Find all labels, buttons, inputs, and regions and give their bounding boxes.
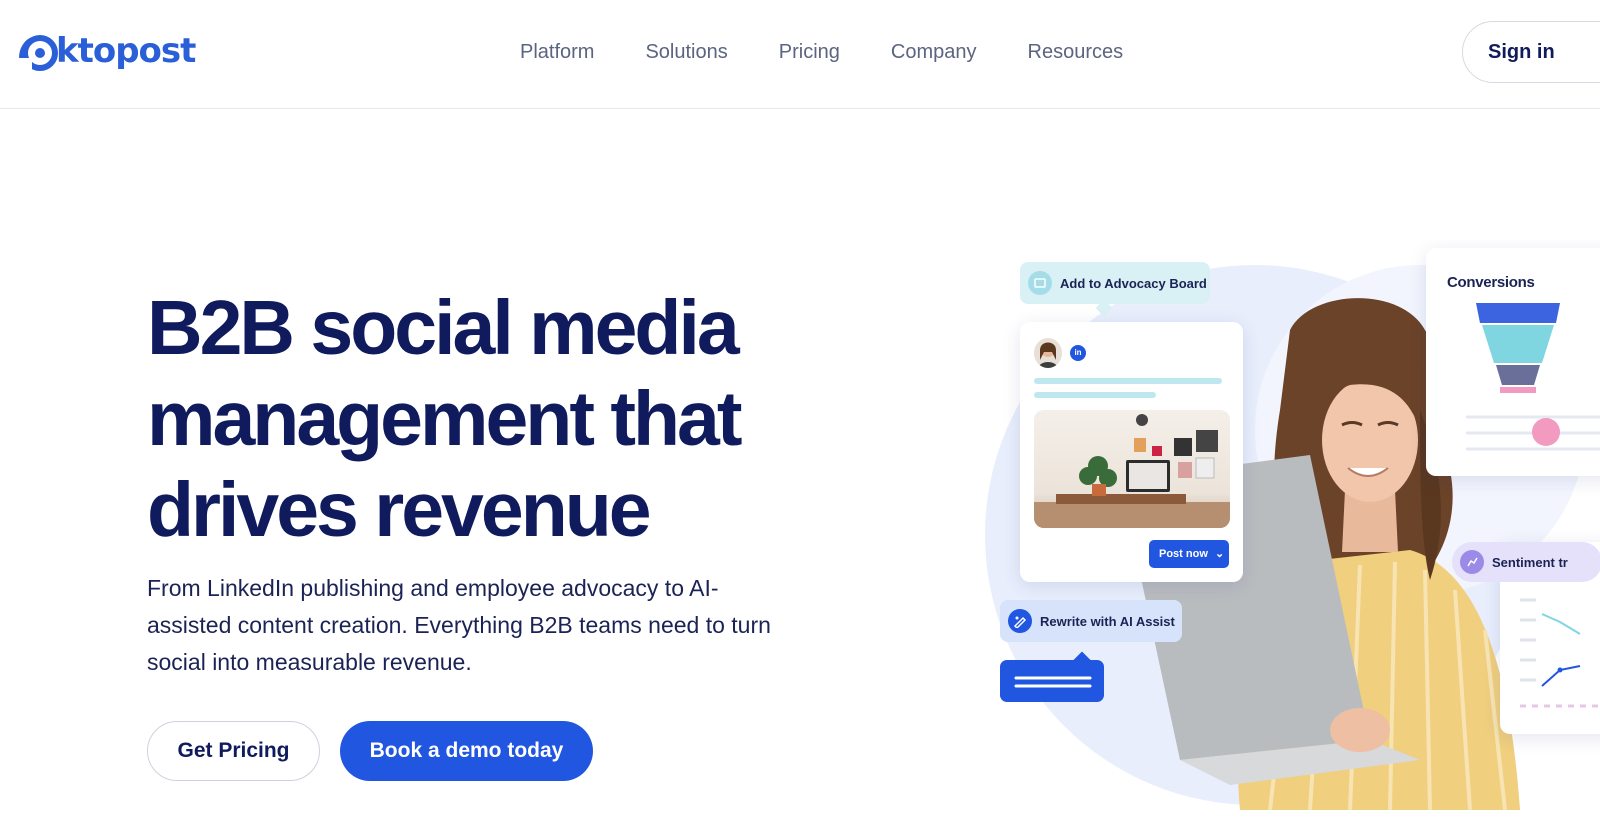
sentiment-label: Sentiment tr — [1492, 554, 1568, 570]
rewrite-label: Rewrite with AI Assist — [1040, 613, 1175, 629]
post-now-label: Post now — [1159, 548, 1208, 560]
nav-company[interactable]: Company — [891, 38, 977, 66]
funnel-chart-icon — [1476, 303, 1560, 393]
post-image — [1034, 410, 1230, 528]
sentiment-trend-pill[interactable]: Sentiment tr — [1452, 542, 1600, 582]
text-placeholder-line — [1034, 378, 1222, 384]
octopus-logo-icon — [18, 35, 58, 71]
nav-platform[interactable]: Platform — [520, 38, 594, 66]
nav-resources[interactable]: Resources — [1028, 38, 1124, 66]
avatar — [1034, 338, 1062, 368]
site-header: ktopost Platform Solutions Pricing Compa… — [0, 0, 1600, 109]
rewrite-with-ai-button[interactable]: Rewrite with AI Assist — [1000, 600, 1182, 642]
ai-pen-icon — [1008, 609, 1032, 633]
text-placeholder-line — [1034, 392, 1156, 398]
hero-subtext: From LinkedIn publishing and employee ad… — [147, 575, 771, 675]
book-demo-button[interactable]: Book a demo today — [340, 721, 593, 781]
bar-chart-icon — [1532, 418, 1560, 446]
sentiment-icon — [1460, 550, 1484, 574]
chat-bubble — [1000, 660, 1104, 702]
get-pricing-button[interactable]: Get Pricing — [147, 721, 320, 781]
hero-illustration: Add to Advocacy Board in Post now ⌄ Rewr… — [980, 240, 1600, 810]
sign-in-button[interactable]: Sign in — [1462, 21, 1600, 83]
post-preview-card: in Post now ⌄ — [1020, 322, 1243, 582]
post-now-button[interactable]: Post now ⌄ — [1149, 540, 1229, 568]
logo[interactable]: ktopost — [18, 30, 196, 72]
nav-pricing[interactable]: Pricing — [779, 38, 840, 66]
logo-text: ktopost — [56, 31, 196, 71]
linkedin-icon: in — [1070, 345, 1086, 361]
sentiment-trend-chart — [1520, 598, 1600, 708]
conversions-card: Conversions — [1426, 248, 1600, 476]
chevron-down-icon: ⌄ — [1214, 548, 1225, 560]
advocacy-label: Add to Advocacy Board — [1060, 275, 1207, 291]
main-nav: Platform Solutions Pricing Company Resou… — [520, 38, 1123, 66]
add-to-advocacy-board-button[interactable]: Add to Advocacy Board — [1020, 262, 1210, 304]
board-icon — [1028, 271, 1052, 295]
nav-solutions[interactable]: Solutions — [645, 38, 727, 66]
hero-headline: B2B social media management that drives … — [147, 285, 743, 553]
conversions-title: Conversions — [1447, 274, 1535, 291]
